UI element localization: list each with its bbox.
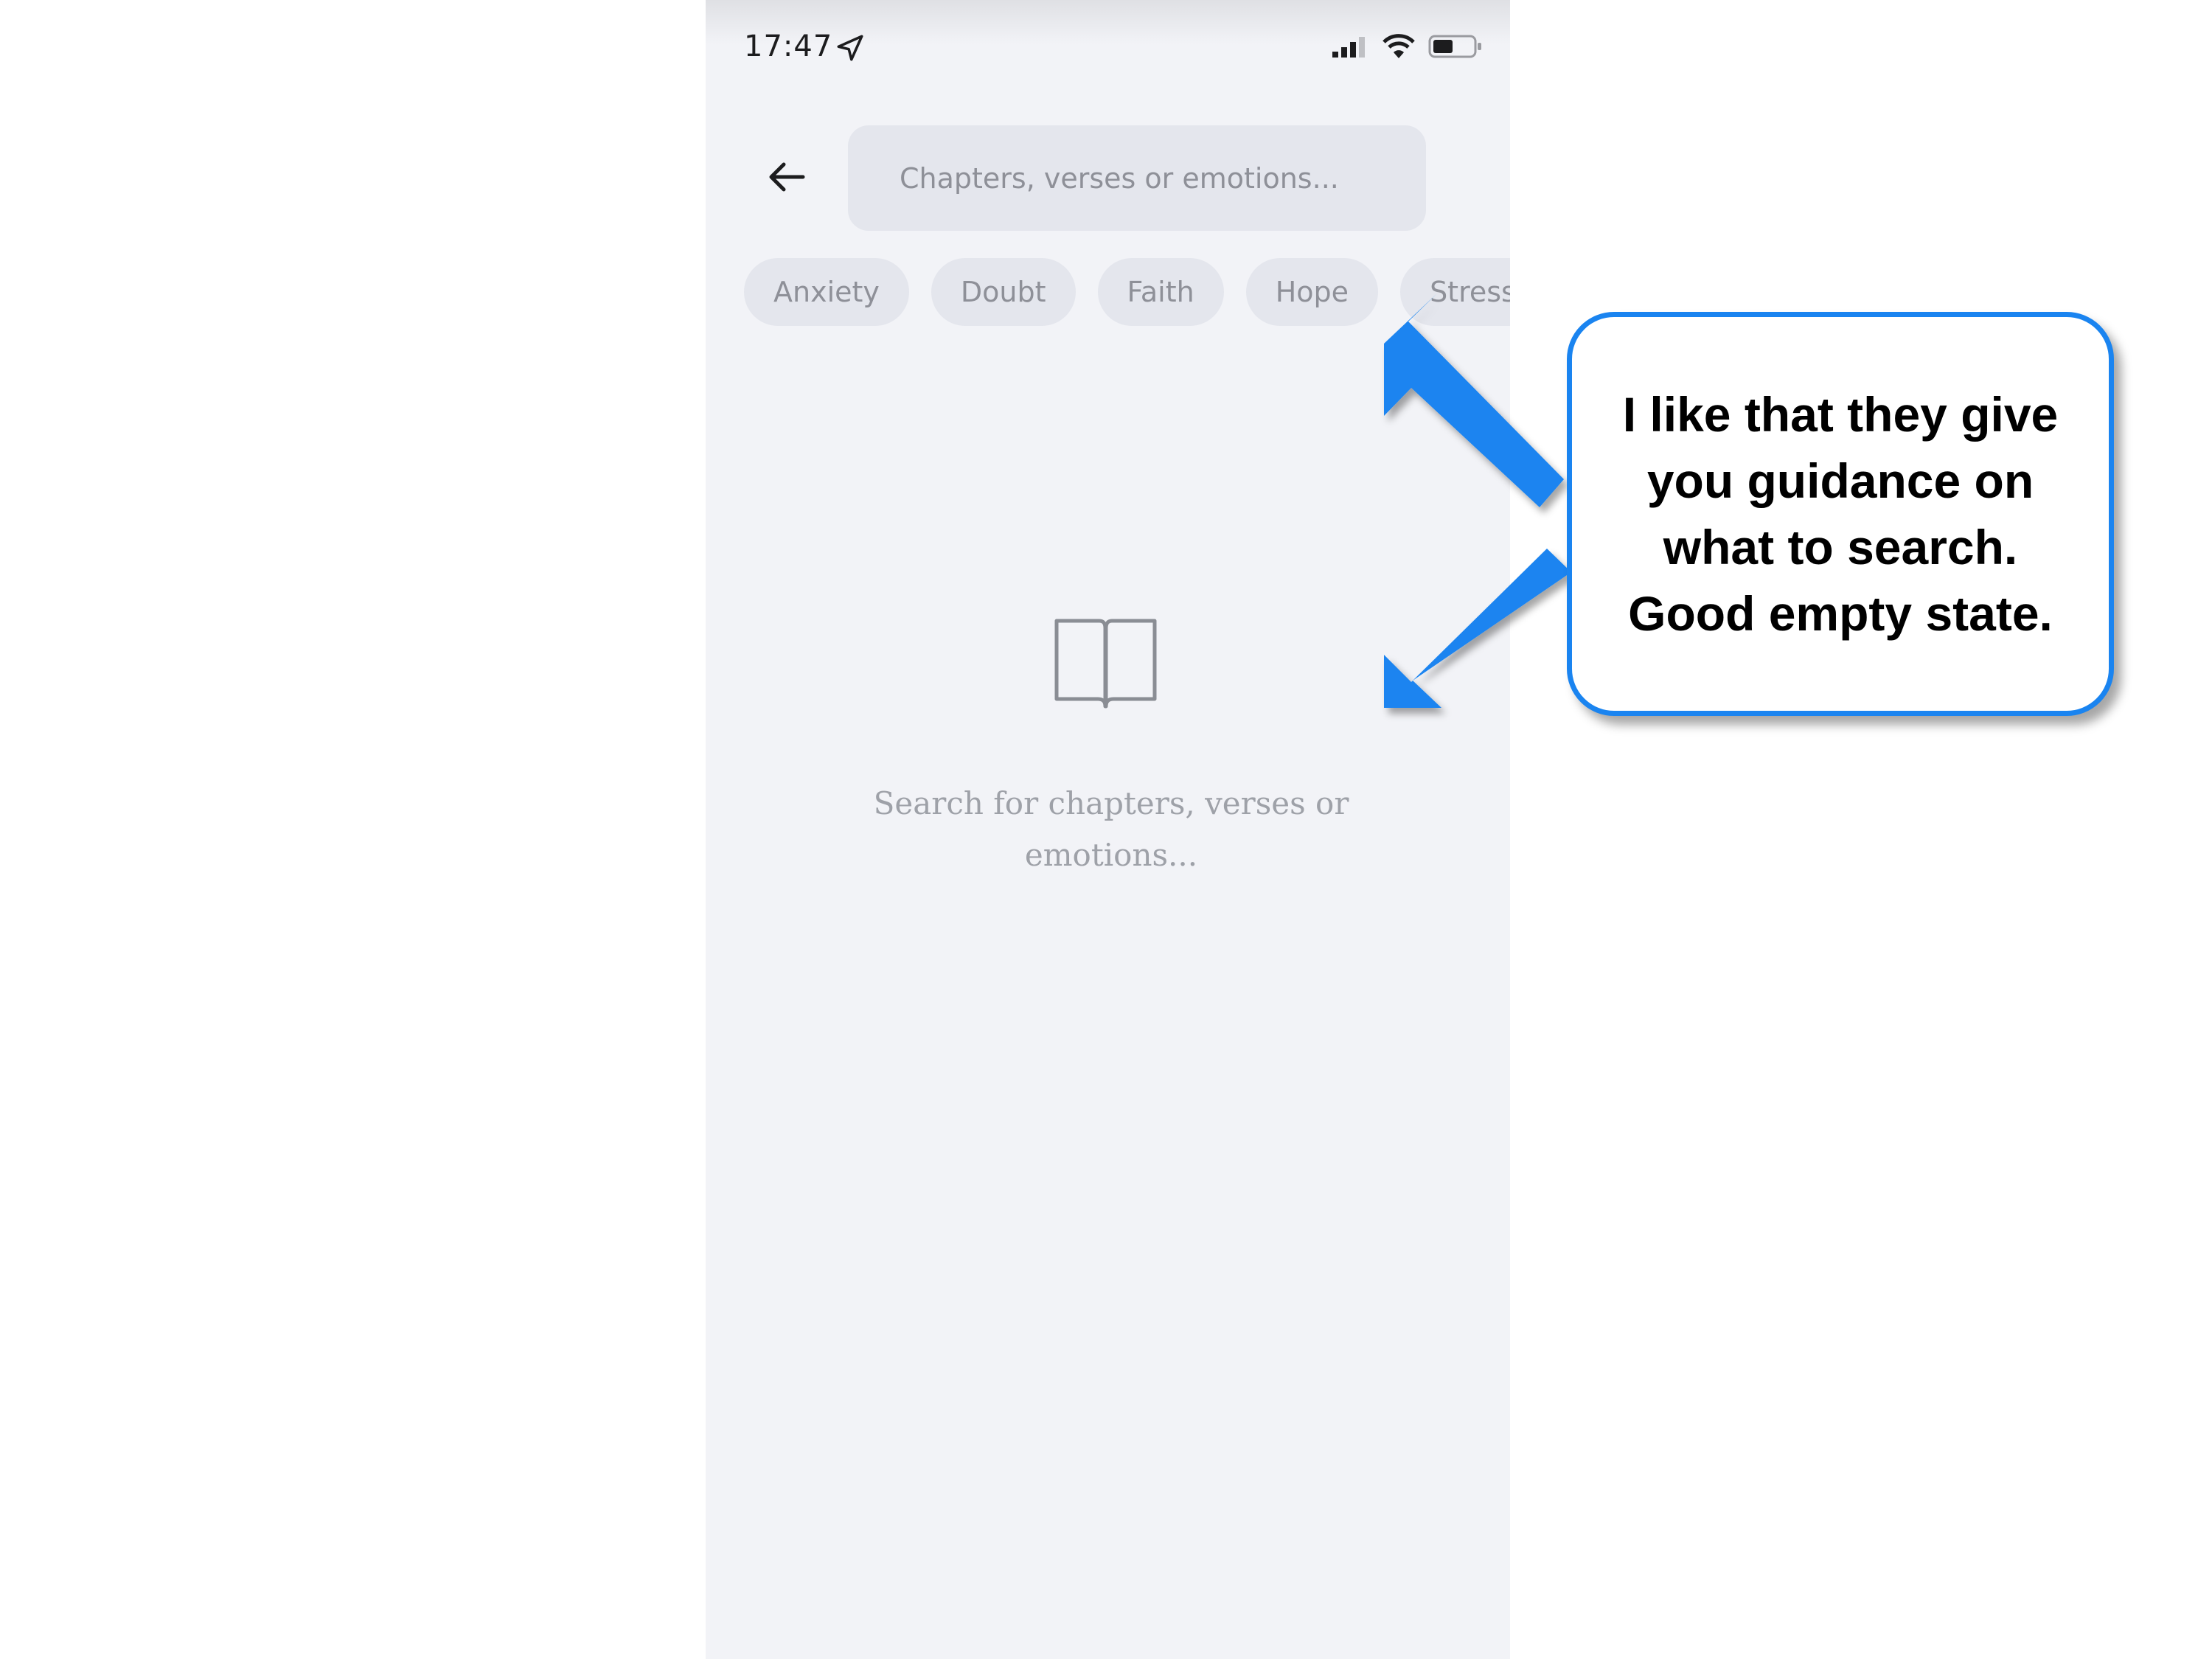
annotation-line-4: Good empty state. (1628, 586, 2053, 641)
chip-anxiety[interactable]: Anxiety (744, 258, 909, 326)
location-arrow-icon (837, 35, 863, 61)
suggestion-chips: Anxiety Doubt Faith Hope Stress (744, 258, 1510, 326)
back-arrow-icon[interactable] (765, 155, 809, 199)
phone-screen: 17:47 Anxiety Doubt Faith Hope Str (706, 0, 1510, 1659)
status-time: 17:47 (744, 29, 833, 63)
annotation-line-3: what to search. (1663, 520, 2018, 574)
search-field[interactable] (848, 125, 1426, 231)
empty-state-message: Search for chapters, verses or emotions.… (853, 778, 1369, 881)
wifi-icon (1382, 34, 1415, 58)
annotation-line-2: you guidance on (1646, 453, 2034, 508)
chip-stress[interactable]: Stress (1400, 258, 1510, 326)
search-input[interactable] (848, 125, 1426, 231)
battery-icon (1428, 35, 1481, 58)
annotation-callout: I like that they give you guidance on wh… (1567, 312, 2114, 716)
empty-state-line-1: Search for chapters, verses or (873, 785, 1349, 821)
open-book-icon (1054, 619, 1157, 709)
status-icons (1332, 34, 1483, 59)
chip-doubt[interactable]: Doubt (931, 258, 1076, 326)
chip-hope[interactable]: Hope (1245, 258, 1379, 326)
annotation-text: I like that they give you guidance on wh… (1593, 381, 2088, 647)
signal-icon (1332, 37, 1365, 58)
chip-faith[interactable]: Faith (1097, 258, 1224, 326)
annotation-line-1: I like that they give (1622, 387, 2059, 442)
empty-state-line-2: emotions... (1024, 837, 1198, 873)
